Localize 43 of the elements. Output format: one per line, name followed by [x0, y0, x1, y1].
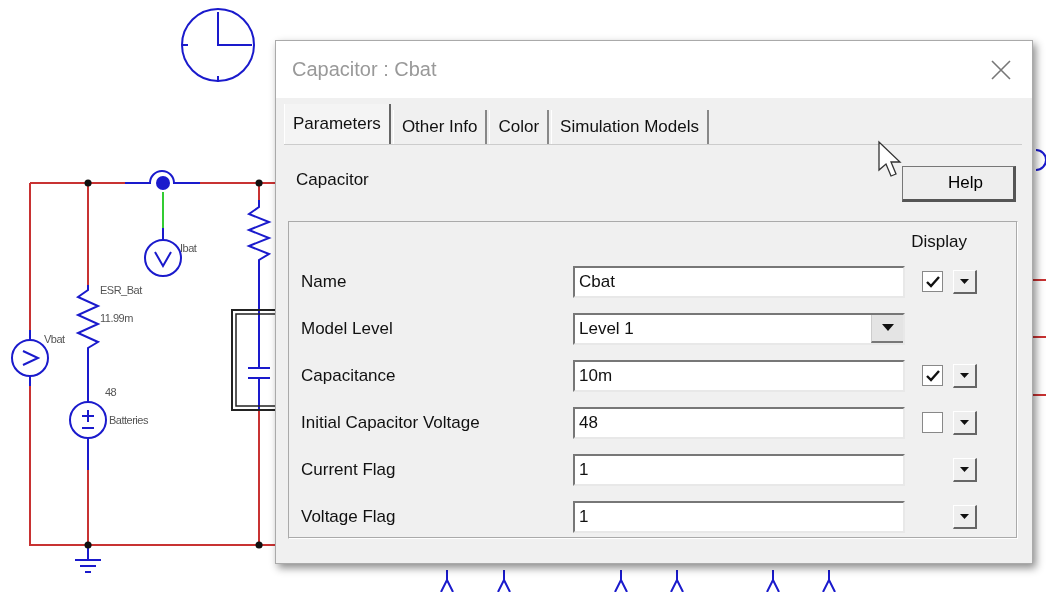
caret-icon: [960, 466, 969, 472]
field-label: Initial Capacitor Voltage: [301, 412, 481, 433]
checkbox[interactable]: [922, 271, 943, 292]
dropdown-button[interactable]: [953, 410, 977, 435]
tab[interactable]: Other Info: [392, 110, 488, 144]
component-label: Ibat: [180, 242, 197, 254]
dropdown-button[interactable]: [953, 457, 977, 482]
input-field[interactable]: 10m: [573, 359, 905, 392]
checkbox[interactable]: [922, 365, 943, 386]
caret-icon: [960, 278, 969, 284]
input-field[interactable]: Cbat: [573, 265, 905, 298]
clock-icon: [181, 8, 255, 83]
input-field[interactable]: 1: [573, 500, 905, 533]
column-header: Display: [911, 232, 967, 253]
field-label: Model Level: [301, 318, 394, 339]
help-button[interactable]: Help: [902, 166, 1016, 202]
dropdown-button[interactable]: [953, 504, 977, 529]
caret-icon: [960, 372, 969, 378]
tab[interactable]: Parameters: [284, 104, 391, 144]
dropdown-button[interactable]: [953, 269, 977, 294]
checkbox[interactable]: [922, 412, 943, 433]
field-label: Current Flag: [301, 459, 397, 480]
component-label: Vbat: [44, 333, 65, 345]
field-label: Capacitance: [301, 365, 397, 386]
caret-icon: [881, 324, 894, 331]
component-label: Batteries: [109, 414, 148, 426]
dropdown-button[interactable]: [953, 363, 977, 388]
field-label: Name: [301, 271, 348, 292]
input-field[interactable]: 1: [573, 453, 905, 486]
caret-icon: [960, 419, 969, 425]
close-icon[interactable]: [990, 58, 1012, 81]
tab[interactable]: Simulation Models: [551, 110, 709, 144]
tab[interactable]: Color: [489, 110, 550, 144]
field-label: Voltage Flag: [301, 506, 397, 527]
input-field[interactable]: 48: [573, 406, 905, 439]
dropdown[interactable]: Level 1: [573, 312, 905, 345]
section-title: Capacitor: [296, 170, 369, 190]
caret-icon: [960, 513, 969, 519]
window-title: Capacitor : Cbat: [292, 58, 437, 81]
component-label: ESR_Bat: [100, 284, 142, 296]
component-label: 11.99m: [100, 312, 133, 324]
component-label: 48: [105, 386, 117, 398]
cursor-icon: [877, 140, 903, 178]
